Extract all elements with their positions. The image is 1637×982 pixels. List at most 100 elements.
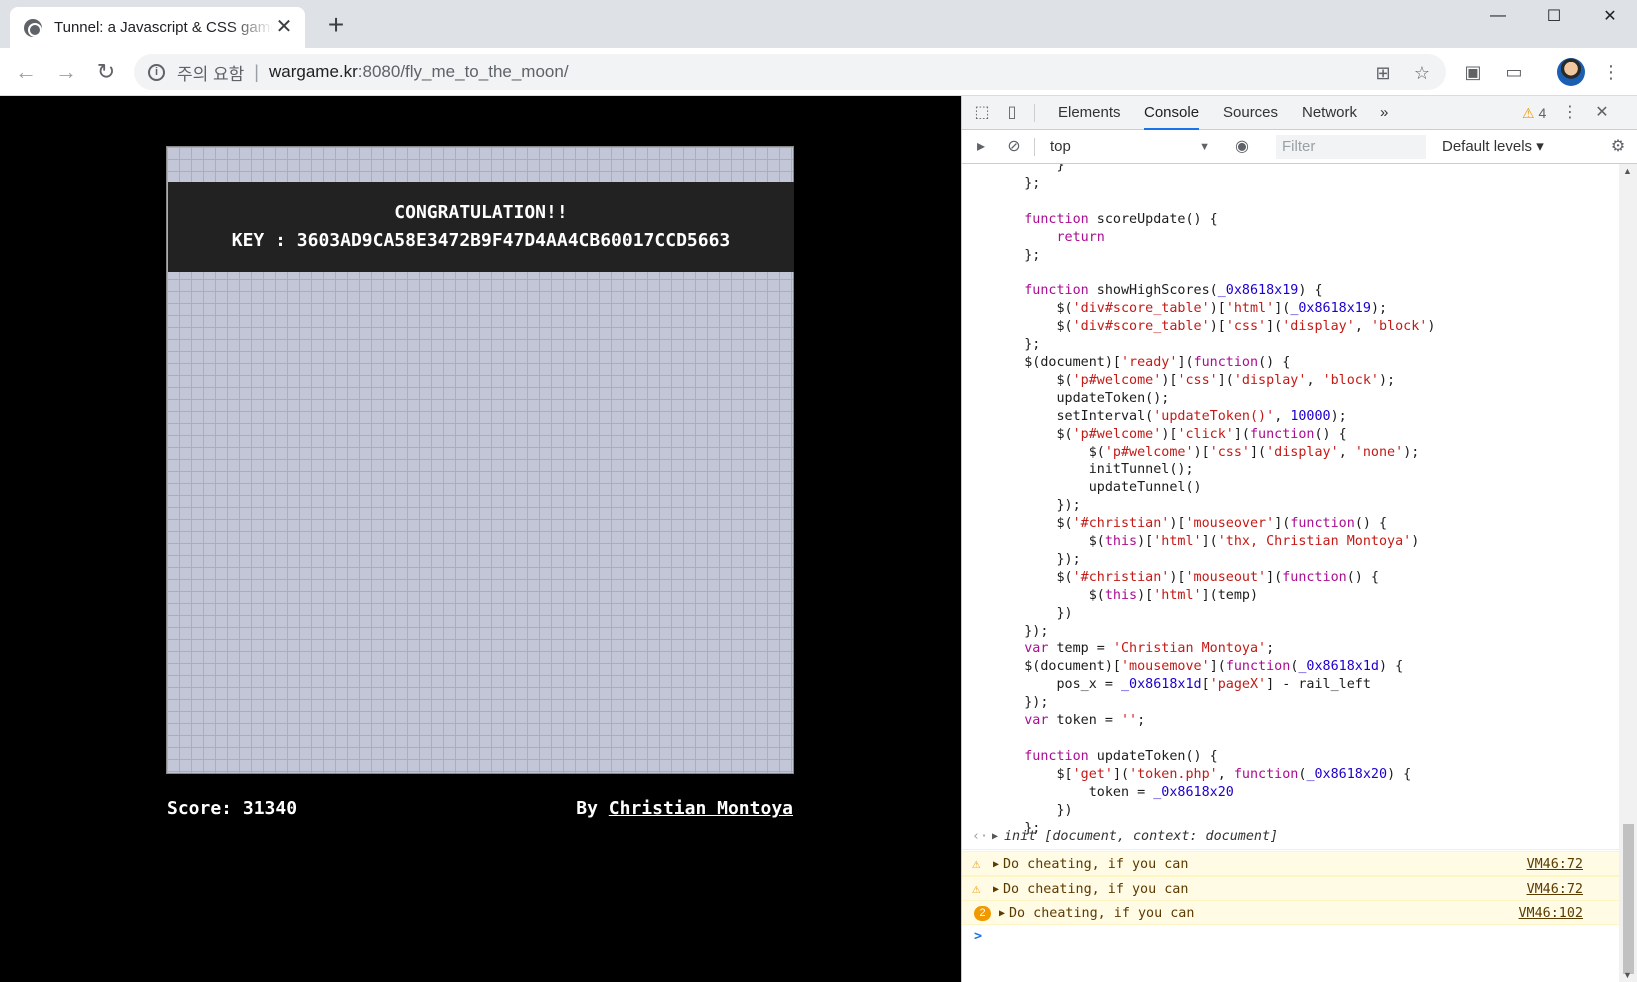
- reload-icon[interactable]: ↻: [92, 58, 120, 86]
- sidebar-toggle-icon[interactable]: ▸: [971, 137, 991, 157]
- console-result-row[interactable]: ‹· ▶ init [document, context: document]: [962, 824, 1619, 850]
- code-line: $('p#welcome')['click'](function() {: [992, 426, 1347, 442]
- code-line: $(document)['ready'](function() {: [992, 354, 1291, 370]
- tab-close-button[interactable]: ✕: [273, 17, 295, 39]
- context-selector[interactable]: top ▼: [1044, 136, 1214, 158]
- code-line: return: [1056, 229, 1105, 245]
- author-credit: By Christian Montoya: [576, 798, 793, 819]
- console-toolbar: ▸ ⊘ top ▼ ◉ Filter Default levels ▾ ⚙: [962, 130, 1637, 164]
- warning-counter[interactable]: ⚠ 4: [1522, 96, 1546, 130]
- prompt-caret: >: [974, 929, 983, 944]
- code-line: initTunnel();: [992, 462, 1194, 478]
- browser-tab[interactable]: Tunnel: a Javascript & CSS game ✕: [10, 7, 305, 48]
- context-value: top: [1050, 138, 1071, 155]
- code-line: $['get']('token.php', function(_0x8618x2…: [992, 766, 1412, 782]
- code-line: updateToken();: [992, 390, 1170, 406]
- score-display: Score: 31340: [167, 798, 298, 819]
- device-toolbar-icon[interactable]: ▯: [1002, 103, 1022, 123]
- scrollbar-thumb[interactable]: [1623, 824, 1634, 974]
- scroll-down-icon[interactable]: ▼: [1623, 970, 1632, 980]
- console-warning-row[interactable]: 2 ▶ Do cheating, if you can VM46:102: [962, 900, 1619, 925]
- warning-icon: ⚠: [972, 881, 981, 897]
- code-line: function showHighScores(_0x8618x19) {: [1024, 283, 1323, 299]
- warning-message: Do cheating, if you can: [1009, 906, 1195, 921]
- tab-network[interactable]: Network: [1302, 96, 1357, 130]
- translate-icon[interactable]: ⊞: [1372, 62, 1394, 84]
- warning-icon: ⚠: [972, 856, 981, 872]
- new-tab-button[interactable]: +: [322, 11, 350, 40]
- warning-message: Do cheating, if you can: [1003, 857, 1189, 872]
- expand-triangle-icon[interactable]: ▶: [992, 824, 998, 850]
- info-icon[interactable]: i: [148, 63, 165, 81]
- code-line: };: [992, 337, 1041, 353]
- code-line: $('p#welcome')['css']('display', 'none')…: [992, 444, 1420, 460]
- settings-gear-icon[interactable]: ⚙: [1608, 137, 1628, 157]
- result-text: init [document, context: document]: [1004, 829, 1279, 844]
- author-link[interactable]: Christian Montoya: [609, 798, 793, 819]
- close-window-button[interactable]: ✕: [1582, 0, 1637, 32]
- maximize-button[interactable]: ☐: [1526, 0, 1582, 32]
- console-warning-row[interactable]: ⚠ ▶ Do cheating, if you can VM46:72: [962, 851, 1619, 876]
- tab-elements[interactable]: Elements: [1058, 96, 1121, 130]
- scroll-up-icon[interactable]: ▲: [1623, 166, 1632, 176]
- congratulation-banner: CONGRATULATION!! KEY : 3603AD9CA58E3472B…: [168, 182, 794, 272]
- code-line: });: [992, 498, 1081, 514]
- back-icon[interactable]: ←: [12, 58, 40, 86]
- menu-icon[interactable]: ⋮: [1600, 61, 1622, 83]
- filter-input[interactable]: Filter: [1276, 135, 1426, 159]
- address-bar[interactable]: i 주의 요함 | wargame.kr :8080/fly_me_to_the…: [134, 54, 1446, 90]
- forward-icon[interactable]: →: [52, 58, 80, 86]
- url-host: wargame.kr: [268, 62, 358, 81]
- expand-triangle-icon[interactable]: ▶: [993, 852, 999, 877]
- code-line: pos_x = _0x8618x1d['pageX'] - rail_left: [992, 677, 1371, 693]
- minimize-button[interactable]: —: [1470, 0, 1526, 32]
- source-link[interactable]: VM46:102: [1519, 901, 1584, 926]
- star-icon[interactable]: ☆: [1411, 62, 1433, 84]
- game-page: CONGRATULATION!! KEY : 3603AD9CA58E3472B…: [0, 96, 961, 982]
- security-label[interactable]: 주의 요함: [177, 60, 244, 85]
- code-line: $('#christian')['mouseover'](function() …: [992, 516, 1388, 532]
- console-warning-row[interactable]: ⚠ ▶ Do cheating, if you can VM46:72: [962, 876, 1619, 901]
- clear-console-icon[interactable]: ⊘: [1004, 137, 1024, 157]
- warning-icon: ⚠: [1522, 105, 1535, 121]
- extension-icon[interactable]: ▣: [1462, 61, 1484, 83]
- code-line: var temp = 'Christian Montoya';: [1024, 641, 1275, 657]
- code-line: setInterval('updateToken()', 10000);: [992, 408, 1347, 424]
- log-levels-dropdown[interactable]: Default levels ▾: [1442, 136, 1544, 158]
- tab-sources[interactable]: Sources: [1223, 96, 1278, 130]
- code-line: };: [992, 175, 1041, 191]
- code-line: ​: [992, 264, 1435, 282]
- code-line: $(this)['html'](temp): [992, 587, 1259, 603]
- code-line: token = _0x8618x20: [992, 784, 1234, 800]
- tab-title: Tunnel: a Javascript & CSS game: [54, 19, 273, 36]
- expand-triangle-icon[interactable]: ▶: [999, 901, 1005, 926]
- browser-toolbar: ← → ↻ i 주의 요함 | wargame.kr :8080/fly_me_…: [0, 48, 1637, 96]
- more-tabs-button[interactable]: »: [1380, 96, 1388, 130]
- address-separator: |: [254, 61, 259, 82]
- devtools-close-icon[interactable]: ✕: [1592, 103, 1612, 123]
- code-line: });: [992, 695, 1049, 711]
- avatar[interactable]: [1557, 58, 1585, 86]
- cast-icon[interactable]: ▭: [1503, 61, 1525, 83]
- code-line: }): [992, 605, 1073, 621]
- code-line: }): [992, 802, 1073, 818]
- console-scrollbar[interactable]: ▲ ▼: [1619, 164, 1637, 982]
- tab-console[interactable]: Console: [1144, 96, 1200, 130]
- code-line: });: [992, 623, 1049, 639]
- code-line: $(document)['mousemove'](function(_0x861…: [992, 659, 1404, 675]
- divider: [1034, 138, 1035, 156]
- source-link[interactable]: VM46:72: [1527, 877, 1583, 902]
- eye-icon[interactable]: ◉: [1232, 137, 1252, 157]
- console-output: } };​ function scoreUpdate() { return };…: [962, 164, 1619, 982]
- code-line: updateTunnel(): [992, 480, 1202, 496]
- code-line: ​: [992, 730, 1435, 748]
- code-line: function scoreUpdate() {: [1024, 211, 1218, 227]
- url-path: :8080/fly_me_to_the_moon/: [357, 62, 569, 81]
- code-line: });: [992, 551, 1081, 567]
- source-link[interactable]: VM46:72: [1527, 852, 1583, 877]
- devtools-menu-icon[interactable]: ⋮: [1560, 103, 1580, 123]
- warning-message: Do cheating, if you can: [1003, 882, 1189, 897]
- console-prompt[interactable]: >: [962, 924, 1619, 950]
- expand-triangle-icon[interactable]: ▶: [993, 877, 999, 902]
- inspect-icon[interactable]: ⬚: [972, 103, 992, 123]
